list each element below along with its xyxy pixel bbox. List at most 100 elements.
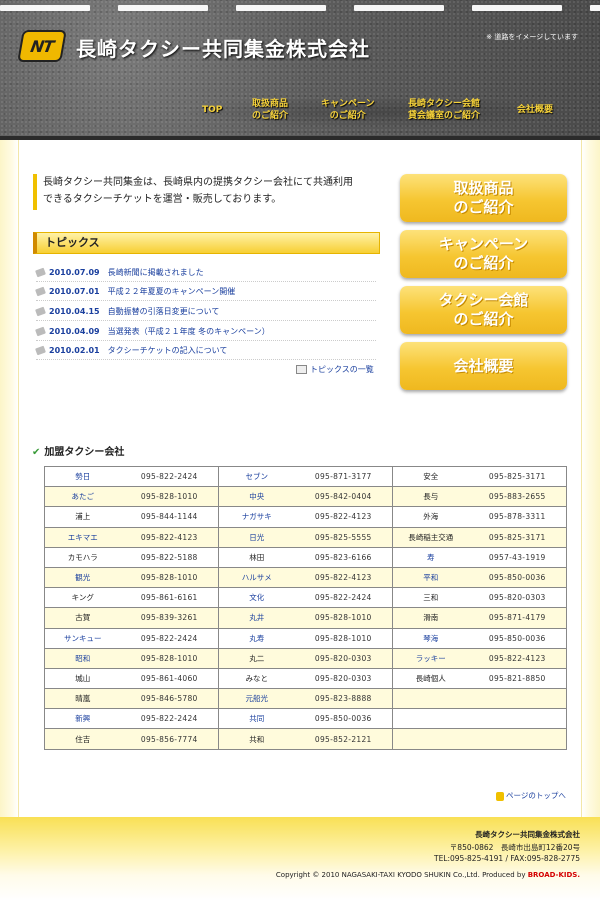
company-tel <box>468 708 567 730</box>
company-name[interactable]: 観光 <box>44 566 121 589</box>
company-name: 長崎稲主交通 <box>392 526 469 548</box>
company-tel: 095-828-1010 <box>294 627 393 649</box>
site-title[interactable]: 長崎タクシー共同集金株式会社 <box>76 33 370 62</box>
company-logo[interactable]: NT <box>17 30 67 62</box>
company-name[interactable]: 寿 <box>392 546 469 568</box>
company-name: 滑南 <box>392 607 469 629</box>
company-tel: 095-878-3311 <box>468 506 567 528</box>
company-name[interactable]: 新興 <box>44 708 121 730</box>
company-tel: 095-850-0036 <box>468 627 567 649</box>
company-name[interactable]: 丸井 <box>218 607 295 629</box>
table-row: カモハラ 095-822-5188 林田 095-823-6166 寿 0957-43-1… <box>44 546 567 568</box>
company-tel: 095-825-3171 <box>468 526 567 548</box>
table-row: エキマエ 095-822-4123 日光 095-825-5555 長崎稲主交通 095-… <box>44 526 567 548</box>
company-name: 長与 <box>392 486 469 508</box>
topic-item[interactable]: 2010.02.01 タクシーチケットの記入について <box>35 341 376 360</box>
topic-item[interactable]: 2010.04.09 当選発表（平成２１年度 冬のキャンペーン） <box>35 322 376 341</box>
tag-icon <box>35 326 46 337</box>
side-btn-products[interactable]: 取扱商品 のご紹介 <box>400 174 567 222</box>
company-tel: 095-823-8888 <box>294 688 393 710</box>
company-name[interactable]: 中央 <box>218 486 295 508</box>
company-tel: 095-822-4123 <box>120 526 219 548</box>
topic-item[interactable]: 2010.07.09 長崎新聞に掲載されました <box>35 263 376 282</box>
table-row: サンキュー 095-822-2424 丸寿 095-828-1010 琴海 095-850… <box>44 627 567 649</box>
producer-link[interactable]: BROAD-KIDS. <box>528 871 580 879</box>
side-btn-taxi-hall[interactable]: タクシー会館 のご紹介 <box>400 286 567 334</box>
company-tel: 095-852-2121 <box>294 728 393 750</box>
road-marking <box>118 5 208 11</box>
road-marking <box>472 5 562 11</box>
nav-top[interactable]: TOP <box>202 104 222 116</box>
topic-item[interactable]: 2010.04.15 自動振替の引落日変更について <box>35 302 376 321</box>
company-tel: 095-820-0303 <box>468 587 567 609</box>
page-top-link[interactable]: ページのトップへ <box>496 790 566 801</box>
company-tel: 095-828-1010 <box>120 486 219 508</box>
company-name[interactable]: セブン <box>218 465 295 488</box>
header-border <box>0 136 600 140</box>
company-name: 共和 <box>218 728 295 750</box>
company-name: 晴嵐 <box>44 688 121 710</box>
company-name[interactable]: ハルサメ <box>218 566 295 589</box>
nav-taxi-hall[interactable]: 長崎タクシー会館 貸会議室のご紹介 <box>408 98 480 122</box>
company-name: キング <box>44 587 121 609</box>
company-tel: 095-825-5555 <box>294 526 393 548</box>
company-tel: 095-822-2424 <box>120 465 219 488</box>
company-tel: 095-828-1010 <box>294 607 393 629</box>
topics-heading: トピックス <box>33 232 380 254</box>
company-name[interactable]: エキマエ <box>44 526 121 548</box>
company-tel: 095-861-4060 <box>120 667 219 690</box>
side-btn-campaign[interactable]: キャンペーン のご紹介 <box>400 230 567 278</box>
company-name[interactable]: 勢日 <box>44 465 121 488</box>
company-tel: 095-842-0404 <box>294 486 393 508</box>
company-name[interactable]: 元船光 <box>218 688 295 710</box>
company-name: 安全 <box>392 465 469 488</box>
header-note: ※ 道路をイメージしています <box>486 33 578 41</box>
table-row: 勢日 095-822-2424 セブン 095-871-3177 安全 095-825-3… <box>44 465 567 488</box>
company-name[interactable]: サンキュー <box>44 627 121 649</box>
company-name <box>392 728 469 750</box>
road-marking <box>354 5 444 11</box>
company-tel: 095-856-7774 <box>120 728 219 750</box>
company-tel: 095-822-5188 <box>120 546 219 568</box>
nav-products[interactable]: 取扱商品 のご紹介 <box>252 98 288 122</box>
nav-company[interactable]: 会社概要 <box>517 104 553 116</box>
company-name: 古賀 <box>44 607 121 629</box>
company-tel: 095-822-2424 <box>120 708 219 730</box>
company-name: 城山 <box>44 667 121 690</box>
company-name[interactable]: 日光 <box>218 526 295 548</box>
company-name: 浦上 <box>44 506 121 528</box>
members-heading: ✔ 加盟タクシー会社 <box>32 447 125 458</box>
topics-list-link[interactable]: トピックスの一覧 <box>296 364 374 375</box>
company-name[interactable]: 平和 <box>392 566 469 589</box>
company-name[interactable]: ラッキー <box>392 647 469 669</box>
company-name[interactable]: 丸寿 <box>218 627 295 649</box>
road-marking <box>590 5 600 11</box>
footer-company: 長崎タクシー共同集金株式会社 <box>475 830 580 839</box>
side-btn-company[interactable]: 会社概要 <box>400 342 567 390</box>
topic-item[interactable]: 2010.07.01 平成２２年夏夏のキャンペーン開催 <box>35 282 376 301</box>
road-marking <box>236 5 326 11</box>
table-row: キング 095-861-6161 文化 095-822-2424 三和 095-820-0… <box>44 587 567 609</box>
company-name[interactable]: ナガサキ <box>218 506 295 528</box>
company-tel: 095-828-1010 <box>120 647 219 669</box>
company-tel: 095-850-0036 <box>468 566 567 589</box>
company-tel: 095-828-1010 <box>120 566 219 589</box>
nav-campaign[interactable]: キャンペーン のご紹介 <box>321 98 375 122</box>
company-name: 住吉 <box>44 728 121 750</box>
road-marking <box>0 5 90 11</box>
tag-icon <box>35 286 46 297</box>
members-table: 勢日 095-822-2424 セブン 095-871-3177 安全 095-825-3… <box>44 465 567 750</box>
table-row: 住吉 095-856-7774 共和 095-852-2121 <box>44 728 567 750</box>
table-row: 浦上 095-844-1144 ナガサキ 095-822-4123 外海 095-878-… <box>44 506 567 528</box>
company-name[interactable]: 文化 <box>218 587 295 609</box>
company-tel: 095-820-0303 <box>294 647 393 669</box>
company-name: 外海 <box>392 506 469 528</box>
company-name[interactable]: 共同 <box>218 708 295 730</box>
company-name[interactable]: 昭和 <box>44 647 121 669</box>
company-tel: 095-846-5780 <box>120 688 219 710</box>
logo-text: NT <box>29 36 55 56</box>
company-name[interactable]: 琴海 <box>392 627 469 649</box>
company-tel: 095-823-6166 <box>294 546 393 568</box>
company-tel: 095-861-6161 <box>120 587 219 609</box>
company-name[interactable]: あたご <box>44 486 121 508</box>
